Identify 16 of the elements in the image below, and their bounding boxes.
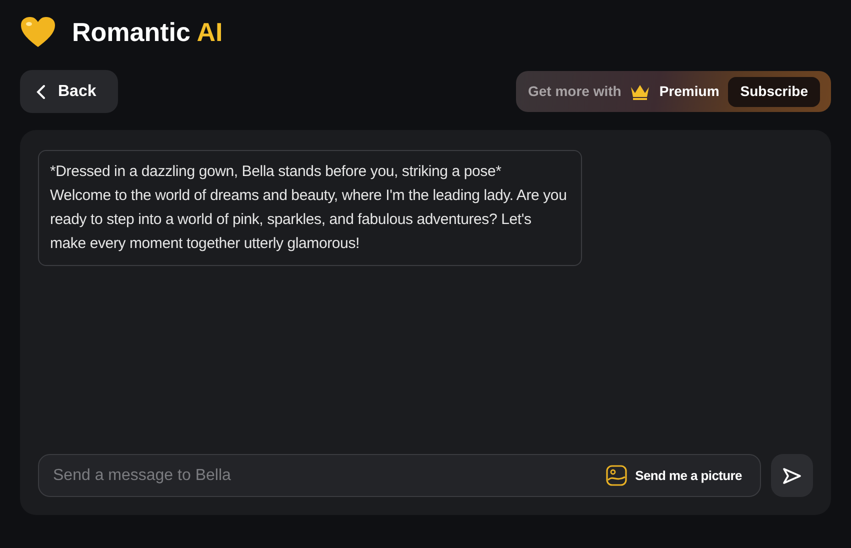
message-text: Welcome to the world of dreams and beauty, where I'm the leading lady. Are you ready to step into a world of pink, sparkles, and fabulous adventures? Let's make every moment together utterly glamorous! [50, 186, 568, 254]
image-icon [606, 465, 628, 486]
send-picture-button[interactable]: Send me a picture [606, 465, 742, 486]
heart-logo-icon [20, 16, 56, 48]
crown-icon [629, 82, 652, 100]
chevron-left-icon [36, 84, 46, 100]
back-button[interactable]: Back [20, 70, 118, 113]
message-input[interactable]: Send a message to Bella Send me a picture [38, 454, 761, 497]
brand-accent: AI [196, 16, 223, 46]
premium-prefix: Get more with [528, 82, 622, 101]
subscribe-button[interactable]: Subscribe [728, 76, 820, 106]
message-text: *Dressed in a dazzling gown, Bella stands before you, striking a pose* [50, 162, 502, 182]
send-button[interactable] [771, 454, 813, 497]
send-icon [782, 466, 802, 484]
premium-label: Premium [659, 82, 720, 101]
brand-name: Romantic [72, 16, 190, 46]
